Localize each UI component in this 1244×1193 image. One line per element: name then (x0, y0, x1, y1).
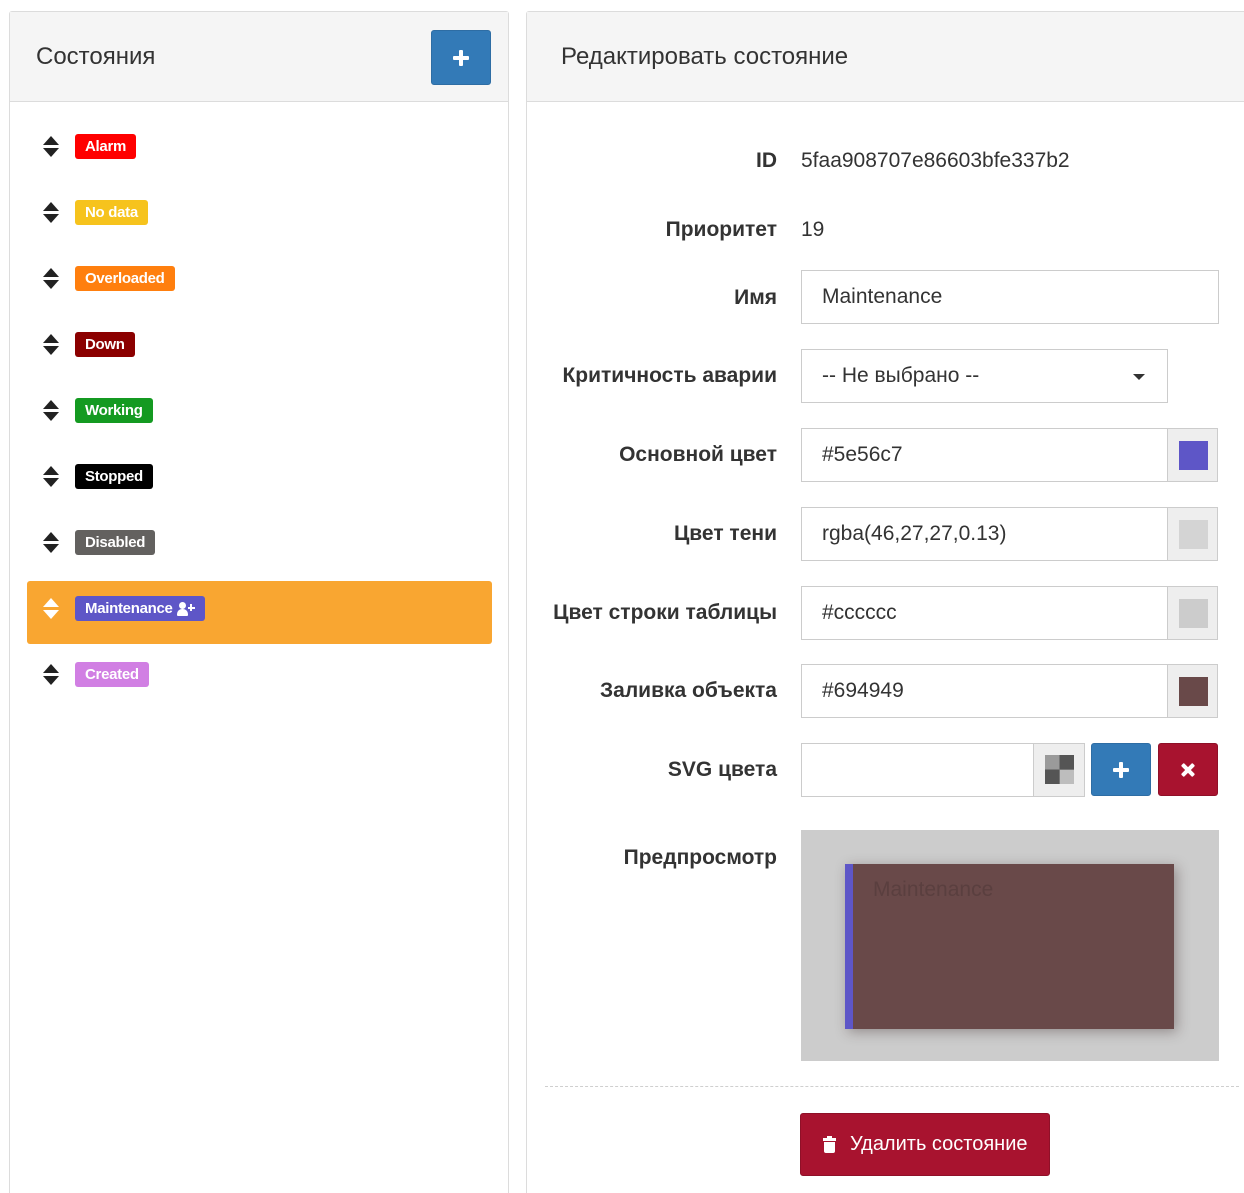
state-item-stopped[interactable]: Stopped (27, 449, 492, 512)
sort-handle-icon[interactable] (43, 400, 59, 422)
sort-handle-icon[interactable] (43, 532, 59, 554)
delete-state-label: Удалить состояние (850, 1133, 1028, 1155)
preview-box: Maintenance (801, 830, 1219, 1061)
shadow-color-input[interactable]: rgba(46,27,27,0.13) (801, 507, 1169, 561)
state-item-no-data[interactable]: No data (27, 185, 492, 248)
shadow-color-label: Цвет тени (673, 522, 777, 545)
preview-text: Maintenance (873, 878, 994, 901)
user-plus-icon (176, 601, 195, 616)
remove-svg-color-button[interactable] (1158, 743, 1218, 796)
sort-handle-icon[interactable] (43, 334, 59, 356)
criticality-label: Критичность аварии (562, 364, 777, 387)
add-svg-color-button[interactable] (1091, 743, 1151, 796)
state-badge: Stopped (75, 464, 153, 489)
state-item-working[interactable]: Working (27, 383, 492, 446)
state-badge: Disabled (75, 530, 156, 555)
fill-color-label: Заливка объекта (599, 679, 777, 702)
state-badge: Working (75, 398, 153, 423)
criticality-selected-value: -- Не выбрано -- (822, 364, 980, 387)
chevron-down-icon (1133, 374, 1145, 380)
sort-handle-icon[interactable] (43, 466, 59, 488)
priority-label: Приоритет (665, 218, 777, 241)
state-badge: No data (75, 200, 148, 225)
main-color-label: Основной цвет (619, 443, 777, 466)
sort-handle-icon[interactable] (43, 598, 59, 620)
state-item-disabled[interactable]: Disabled (27, 515, 492, 578)
preview-card: Maintenance (845, 864, 1174, 1029)
edit-state-panel-header: Редактировать состояние (527, 12, 1244, 102)
state-item-created[interactable]: Created (27, 647, 492, 710)
close-icon (1181, 763, 1195, 777)
color-swatch (1179, 441, 1208, 470)
edit-state-panel: Редактировать состояние ID 5faa908707e86… (526, 11, 1244, 1193)
checkerboard-icon (1045, 755, 1074, 784)
state-badge: Maintenance (75, 596, 205, 621)
plus-icon (453, 49, 469, 66)
priority-value: 19 (801, 218, 825, 241)
states-panel-title: Состояния (36, 43, 156, 70)
sort-handle-icon[interactable] (43, 202, 59, 224)
color-swatch (1179, 520, 1208, 549)
trash-icon (823, 1135, 836, 1153)
delete-state-button[interactable]: Удалить состояние (800, 1113, 1050, 1176)
main-color-input[interactable]: #5e56c7 (801, 428, 1169, 482)
row-color-picker[interactable] (1167, 586, 1218, 640)
id-label: ID (756, 149, 777, 172)
preview-label: Предпросмотр (623, 846, 777, 869)
color-swatch (1179, 677, 1208, 706)
states-panel: Состояния Alarm No data Overloaded Down … (9, 11, 509, 1193)
name-input[interactable]: Maintenance (801, 270, 1219, 324)
name-label: Имя (734, 286, 777, 309)
state-badge: Overloaded (75, 266, 175, 291)
svg-colors-label: SVG цвета (667, 758, 777, 781)
fill-color-input[interactable]: #694949 (801, 664, 1169, 718)
row-color-input[interactable]: #cccccc (801, 586, 1169, 640)
color-swatch (1179, 599, 1208, 628)
svg-colors-input[interactable] (801, 743, 1035, 797)
sort-handle-icon[interactable] (43, 268, 59, 290)
sort-handle-icon[interactable] (43, 136, 59, 158)
id-value: 5faa908707e86603bfe337b2 (801, 149, 1070, 172)
state-badge: Created (75, 662, 149, 687)
fill-color-picker[interactable] (1167, 664, 1218, 718)
state-badge: Alarm (75, 134, 137, 159)
shadow-color-picker[interactable] (1167, 507, 1218, 561)
add-state-button[interactable] (431, 30, 491, 85)
main-color-picker[interactable] (1167, 428, 1218, 482)
criticality-select[interactable]: -- Не выбрано -- (801, 349, 1168, 403)
state-item-overloaded[interactable]: Overloaded (27, 251, 492, 314)
row-color-label: Цвет строки таблицы (553, 601, 777, 624)
sort-handle-icon[interactable] (43, 664, 59, 686)
plus-icon (1113, 761, 1129, 778)
svg-color-picker[interactable] (1033, 743, 1085, 797)
edit-state-panel-title: Редактировать состояние (561, 43, 849, 70)
divider (545, 1086, 1239, 1087)
state-item-alarm[interactable]: Alarm (27, 119, 492, 182)
state-badge: Down (75, 332, 135, 357)
state-item-maintenance[interactable]: Maintenance (27, 581, 492, 644)
states-panel-header: Состояния (10, 12, 508, 102)
state-item-down[interactable]: Down (27, 317, 492, 380)
